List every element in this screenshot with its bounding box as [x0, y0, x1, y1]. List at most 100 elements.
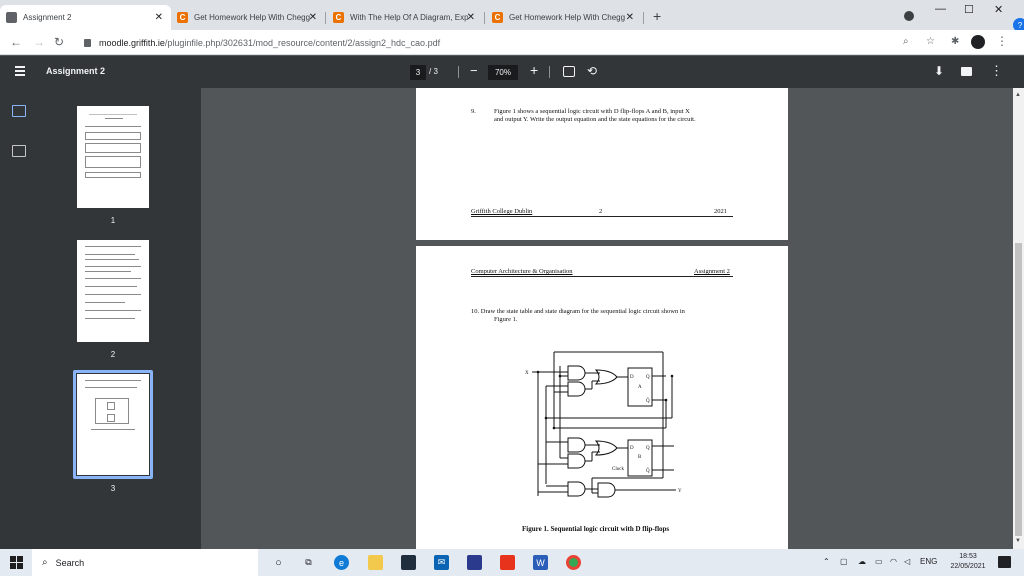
- sequential-logic-circuit-diagram: X D Q A Q̄ D Q B Q̄ Clock Y: [525, 351, 682, 498]
- tray-overflow-icon[interactable]: ⌃: [823, 557, 830, 566]
- tab-chegg-1[interactable]: C Get Homework Help With Chegg ✕: [171, 5, 325, 30]
- windows-start-button[interactable]: [10, 556, 23, 569]
- vertical-scrollbar[interactable]: ▲ ▼: [1013, 88, 1024, 549]
- download-icon[interactable]: ⬇: [934, 64, 944, 78]
- tray-battery-icon[interactable]: ▭: [875, 557, 883, 566]
- page-header-right: Assignment 2: [694, 268, 730, 275]
- thumbnails-view-icon[interactable]: [12, 105, 26, 117]
- tab-assignment-2[interactable]: Assignment 2 ✕: [0, 5, 171, 30]
- ff-a-q-label: Q: [646, 375, 650, 380]
- scroll-up-arrow-icon[interactable]: ▲: [1015, 92, 1021, 98]
- pdf-page-3: Computer Architecture & Organisation Ass…: [416, 246, 788, 549]
- question-number: 9.: [471, 108, 476, 115]
- taskbar-clock[interactable]: 18:53 22/05/2021: [945, 552, 991, 572]
- thumbnail-label: 2: [110, 350, 116, 359]
- close-icon[interactable]: ✕: [467, 12, 475, 23]
- browser-menu-icon[interactable]: ⋮: [996, 34, 1008, 48]
- page-total: / 3: [429, 67, 438, 76]
- thumbnail-page-1[interactable]: [77, 106, 149, 208]
- notifications-icon[interactable]: [998, 556, 1011, 568]
- pdf-document-view[interactable]: 9. Figure 1 shows a sequential logic cir…: [201, 88, 1013, 549]
- scroll-thumb[interactable]: [1015, 243, 1022, 536]
- rotate-icon[interactable]: ⟲: [587, 64, 597, 78]
- file-explorer-icon[interactable]: [368, 555, 383, 570]
- language-indicator[interactable]: ENG: [920, 557, 937, 566]
- question-9-line-2: and output Y. Write the output equation …: [494, 116, 696, 123]
- page-footer-year: 2021: [714, 208, 727, 215]
- tab-title: Get Homework Help With Chegg: [509, 13, 626, 22]
- office-icon[interactable]: [500, 555, 515, 570]
- page-header-left: Computer Architecture & Organisation: [471, 268, 573, 275]
- app-icon[interactable]: [467, 555, 482, 570]
- cortana-icon[interactable]: ○: [271, 555, 286, 570]
- store-icon[interactable]: [401, 555, 416, 570]
- close-icon[interactable]: ✕: [626, 12, 634, 23]
- taskbar-search-box[interactable]: ⌕ Search: [32, 549, 258, 576]
- circuit-output-label: Y: [678, 489, 682, 494]
- ff-b-name-label: B: [638, 455, 642, 460]
- mail-icon[interactable]: ✉: [434, 555, 449, 570]
- tray-network-icon[interactable]: ▢: [840, 557, 848, 566]
- clock-time: 18:53: [959, 553, 977, 560]
- window-close-button[interactable]: ✕: [994, 3, 1003, 16]
- tab-separator: [643, 12, 644, 24]
- search-icon: ⌕: [42, 557, 48, 568]
- clock-label: Clock: [612, 467, 624, 472]
- url-text: moodle.griffith.ie/pluginfile.php/302631…: [99, 37, 441, 48]
- chegg-icon: C: [177, 12, 188, 23]
- more-actions-icon[interactable]: ⋮: [990, 63, 1003, 79]
- record-icon[interactable]: [904, 11, 914, 21]
- tab-chegg-3[interactable]: C Get Homework Help With Chegg ✕: [486, 5, 642, 30]
- page-footer-left: Griffith College Dublin: [471, 208, 533, 215]
- page-number-input[interactable]: 3: [410, 65, 426, 80]
- task-view-icon[interactable]: ⧉: [301, 555, 316, 570]
- back-button[interactable]: ←: [10, 35, 22, 49]
- zoom-in-button[interactable]: +: [530, 62, 538, 78]
- pdf-page-2: 9. Figure 1 shows a sequential logic cir…: [416, 88, 788, 240]
- chegg-icon: C: [492, 12, 503, 23]
- zoom-level-input[interactable]: 70%: [488, 65, 518, 80]
- tab-title: Assignment 2: [23, 13, 72, 22]
- menu-icon[interactable]: [15, 66, 25, 76]
- footer-rule: [471, 216, 733, 217]
- thumbnail-page-2[interactable]: [77, 240, 149, 342]
- fit-to-page-icon[interactable]: [563, 66, 575, 77]
- reload-button[interactable]: ↻: [54, 35, 64, 49]
- document-outline-icon[interactable]: [12, 145, 26, 157]
- bookmark-star-icon[interactable]: ☆: [926, 36, 935, 47]
- windows-taskbar: ⌕ Search ○ ⧉ e ✉ W ⌃ ▢ ☁ ▭ ◠ ◁ ENG 18:53…: [0, 549, 1024, 576]
- chrome-icon[interactable]: [566, 555, 581, 570]
- minimize-button[interactable]: —: [935, 3, 946, 15]
- close-icon[interactable]: ✕: [155, 12, 163, 23]
- thumbnail-page-3[interactable]: [77, 374, 149, 475]
- header-rule: [471, 276, 733, 277]
- tab-separator: [325, 12, 326, 24]
- tray-wifi-icon[interactable]: ◠: [890, 557, 897, 566]
- zoom-magnifier-icon[interactable]: ⌕: [903, 36, 909, 47]
- thumbnail-sidebar: 1 2 3: [0, 88, 201, 549]
- browser-tab-strip: Assignment 2 ✕ C Get Homework Help With …: [0, 0, 1024, 32]
- scroll-down-arrow-icon[interactable]: ▼: [1015, 538, 1021, 544]
- tray-volume-icon[interactable]: ◁: [904, 557, 910, 566]
- tab-chegg-2[interactable]: C With The Help Of A Diagram, Exp ✕: [327, 5, 483, 30]
- word-icon[interactable]: W: [533, 555, 548, 570]
- thumbnail-label: 1: [110, 216, 116, 225]
- close-icon[interactable]: ✕: [309, 12, 317, 23]
- question-10-line-2: Figure 1.: [494, 316, 518, 323]
- maximize-button[interactable]: ☐: [964, 3, 974, 16]
- extensions-icon[interactable]: ✱: [951, 36, 959, 47]
- page-footer-number: 2: [599, 208, 603, 215]
- profile-avatar[interactable]: [971, 35, 985, 49]
- ff-a-qbar-label: Q̄: [646, 398, 650, 404]
- forward-button[interactable]: →: [33, 35, 45, 49]
- tab-title: Get Homework Help With Chegg: [194, 13, 311, 22]
- question-10-line-1: 10. Draw the state table and state diagr…: [471, 308, 685, 315]
- zoom-out-button[interactable]: −: [470, 63, 478, 78]
- address-bar[interactable]: moodle.griffith.ie/pluginfile.php/302631…: [76, 33, 944, 52]
- new-tab-button[interactable]: +: [653, 8, 661, 24]
- tray-onedrive-icon[interactable]: ☁: [858, 557, 866, 566]
- print-icon[interactable]: [961, 67, 972, 76]
- figure-caption: Figure 1. Sequential logic circuit with …: [522, 525, 670, 533]
- edge-icon[interactable]: e: [334, 555, 349, 570]
- thumbnail-label: 3: [110, 484, 116, 493]
